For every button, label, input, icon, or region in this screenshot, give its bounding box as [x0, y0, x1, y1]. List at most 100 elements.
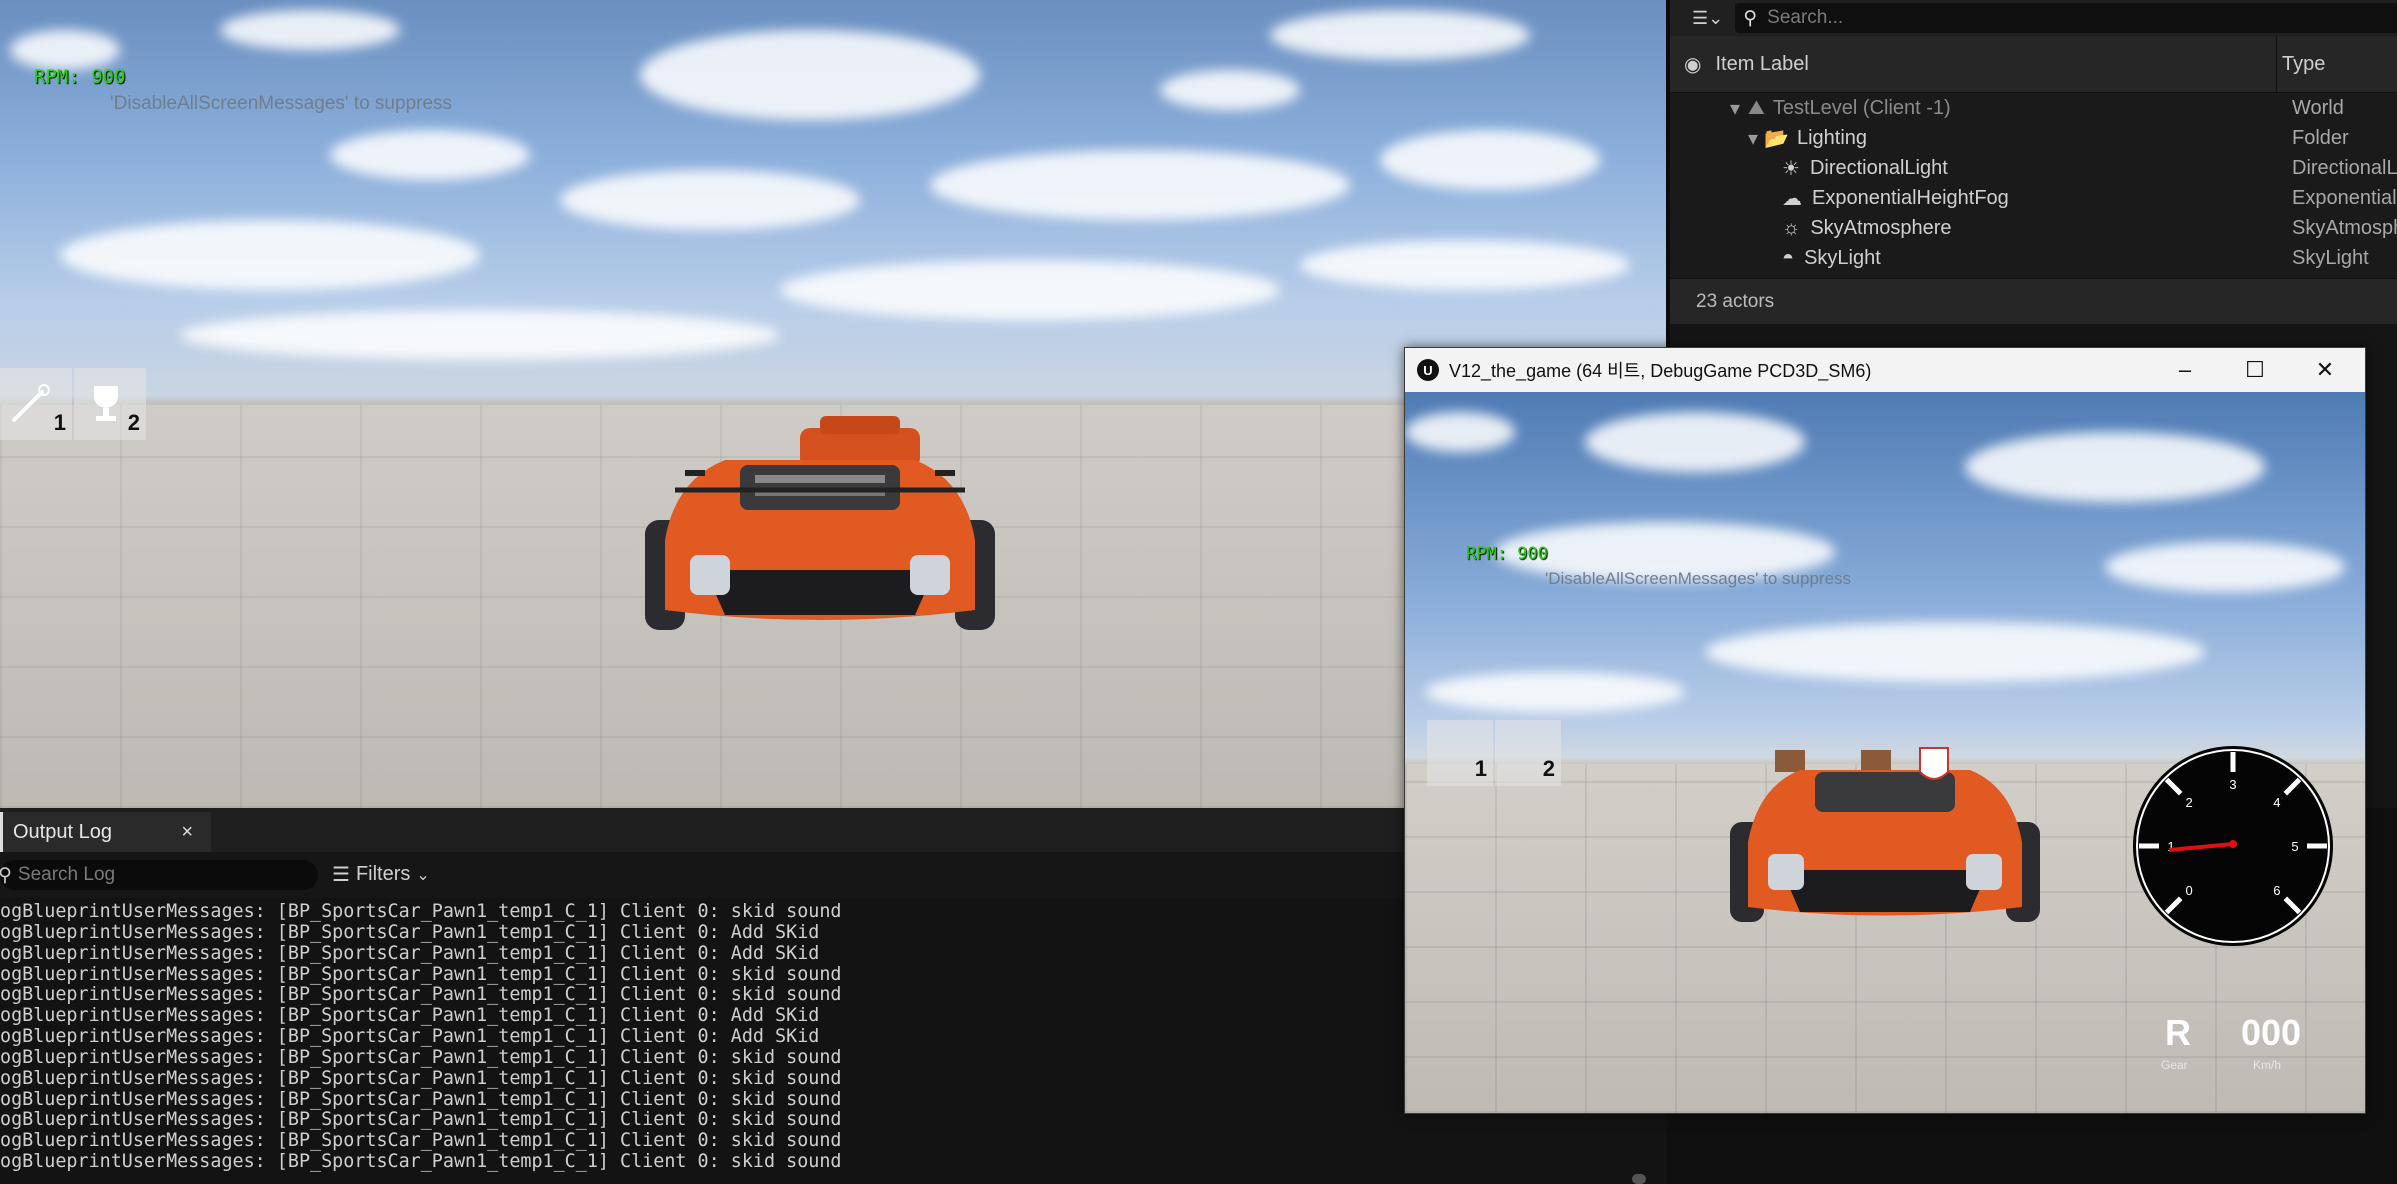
maximize-button[interactable]: ☐	[2220, 348, 2290, 392]
cloud	[180, 310, 780, 360]
cloud	[2105, 542, 2345, 592]
gauge-label: 3	[2229, 777, 2236, 792]
log-line: ogBlueprintUserMessages: [BP_SportsCar_P…	[0, 1109, 842, 1131]
outliner-footer: 23 actors	[1670, 278, 2397, 325]
log-line: ogBlueprintUserMessages: [BP_SportsCar_P…	[0, 1005, 820, 1027]
search-icon: ⚲	[0, 864, 12, 886]
sun-icon: ☀	[1782, 157, 1800, 180]
close-icon[interactable]: ×	[181, 821, 193, 844]
cloud	[780, 260, 1280, 320]
cloud	[640, 30, 980, 120]
cloud	[1405, 412, 1515, 452]
outliner-row[interactable]: ▾ ⛰ TestLevel (Client -1) World	[1670, 93, 2397, 123]
gauge-label: 6	[2273, 883, 2280, 898]
cloud	[220, 10, 400, 50]
row-label: SkyLight	[1804, 246, 1881, 269]
log-line: ogBlueprintUserMessages: [BP_SportsCar_P…	[0, 984, 842, 1006]
suppress-message: 'DisableAllScreenMessages' to suppress	[1545, 569, 1852, 588]
game-viewport[interactable]: RPM: 900 'DisableAllScreenMessages' to s…	[1405, 392, 2365, 1113]
log-line: ogBlueprintUserMessages: [BP_SportsCar_P…	[0, 963, 842, 985]
item-slot[interactable]: 2	[74, 368, 146, 440]
filter-icon: ☰	[332, 864, 350, 886]
log-line: ogBlueprintUserMessages: [BP_SportsCar_P…	[0, 1026, 820, 1048]
gauge-label: 0	[2186, 883, 2193, 898]
collapse-arrow-icon[interactable]: ▾	[1748, 126, 1758, 151]
cloud	[330, 130, 530, 180]
game-window: U V12_the_game (64 비트, DebugGame PCD3D_S…	[1404, 347, 2366, 1114]
minimize-button[interactable]: –	[2150, 348, 2220, 392]
eye-icon[interactable]: ◉	[1684, 52, 1701, 77]
column-item-label[interactable]: Item Label	[1715, 53, 1808, 76]
outliner-row[interactable]: ☁ ExponentialHeightFog Exponentiall	[1670, 183, 2397, 213]
tab-output-log[interactable]: Output Log ×	[0, 812, 211, 852]
gauge-needle	[2168, 842, 2234, 852]
row-type: Folder	[2292, 126, 2349, 149]
item-slots: 1 2	[0, 368, 148, 440]
cloud	[10, 30, 120, 70]
item-slots: 1 2	[1427, 720, 1563, 786]
log-line: ogBlueprintUserMessages: [BP_SportsCar_P…	[0, 942, 820, 964]
cloud	[1300, 240, 1630, 290]
cloud	[560, 170, 860, 230]
row-label: DirectionalLight	[1809, 156, 1948, 179]
chevron-down-icon: ⌄	[416, 866, 430, 884]
cloud	[1160, 70, 1300, 110]
outliner-row[interactable]: ▾ 📂 Lighting Folder	[1670, 123, 2397, 153]
slot-number: 1	[53, 410, 66, 435]
cloud	[1270, 10, 1530, 60]
item-slot[interactable]: 2	[1495, 720, 1561, 786]
cloud	[1425, 672, 1685, 712]
log-line: ogBlueprintUserMessages: [BP_SportsCar_P…	[0, 1046, 842, 1068]
row-label: SkyAtmosphere	[1810, 216, 1952, 239]
close-button[interactable]: ✕	[2290, 348, 2360, 392]
cloud	[930, 150, 1350, 220]
atmosphere-icon: ☼	[1782, 216, 1801, 239]
item-slot[interactable]: 1	[1427, 720, 1493, 786]
slot-number: 2	[1542, 756, 1555, 781]
outliner-row[interactable]: ☀ DirectionalLight DirectionalL	[1670, 153, 2397, 183]
log-line: ogBlueprintUserMessages: [BP_SportsCar_P…	[0, 1130, 842, 1152]
cloud	[1965, 432, 2265, 502]
gear-label: Gear	[2161, 1058, 2188, 1072]
gauge-label: 2	[2186, 795, 2193, 810]
cloud	[1705, 622, 2205, 682]
column-type[interactable]: Type	[2282, 53, 2325, 76]
level-icon: ⛰	[1748, 96, 1765, 119]
row-type: DirectionalL	[2292, 156, 2397, 179]
slot-number: 2	[127, 410, 140, 435]
tachometer-gauge: 0123456	[2133, 746, 2333, 946]
outliner-row[interactable]: ◓ SkyLight SkyLight	[1670, 243, 2397, 273]
player-car	[645, 460, 995, 630]
gauge-tick	[2164, 896, 2183, 915]
folder-icon: 📂	[1764, 127, 1789, 150]
row-type: World	[2292, 96, 2344, 119]
log-scrollbar[interactable]	[1632, 1174, 1646, 1184]
gear-value: R	[2165, 1012, 2191, 1053]
search-placeholder: Search...	[1767, 7, 1844, 28]
log-search-input[interactable]: ⚲ Search Log	[0, 860, 318, 890]
cloud	[1380, 130, 1600, 190]
log-line: ogBlueprintUserMessages: [BP_SportsCar_P…	[0, 1088, 842, 1110]
outliner-row[interactable]: ☼ SkyAtmosphere SkyAtmosph	[1670, 213, 2397, 243]
window-titlebar[interactable]: U V12_the_game (64 비트, DebugGame PCD3D_S…	[1405, 348, 2365, 392]
tab-label: Output Log	[13, 820, 112, 843]
collapse-arrow-icon[interactable]: ▾	[1730, 96, 1740, 121]
window-title: V12_the_game (64 비트, DebugGame PCD3D_SM6…	[1449, 361, 1872, 381]
gauge-label: 4	[2273, 795, 2280, 810]
log-line: ogBlueprintUserMessages: [BP_SportsCar_P…	[0, 901, 842, 922]
row-type: SkyLight	[2292, 246, 2369, 269]
rpm-readout: RPM: 900	[1466, 544, 1548, 564]
row-label: Lighting	[1796, 126, 1868, 149]
rpm-readout: RPM: 900	[34, 66, 126, 88]
item-slot[interactable]: 1	[0, 368, 72, 440]
cloud	[1585, 412, 1805, 472]
filters-label: Filters	[355, 863, 411, 885]
filters-button[interactable]: ☰ Filters ⌄	[332, 862, 430, 887]
filter-icon[interactable]: ☰⌄	[1692, 8, 1723, 29]
row-type: Exponentiall	[2292, 186, 2397, 209]
gauge-tick	[2283, 896, 2302, 915]
cloud	[60, 220, 480, 290]
speed-value: 000	[2241, 1012, 2302, 1053]
outliner-search-input[interactable]: ⚲ Search...	[1735, 3, 2397, 33]
row-label: ExponentialHeightFog	[1812, 186, 2009, 209]
